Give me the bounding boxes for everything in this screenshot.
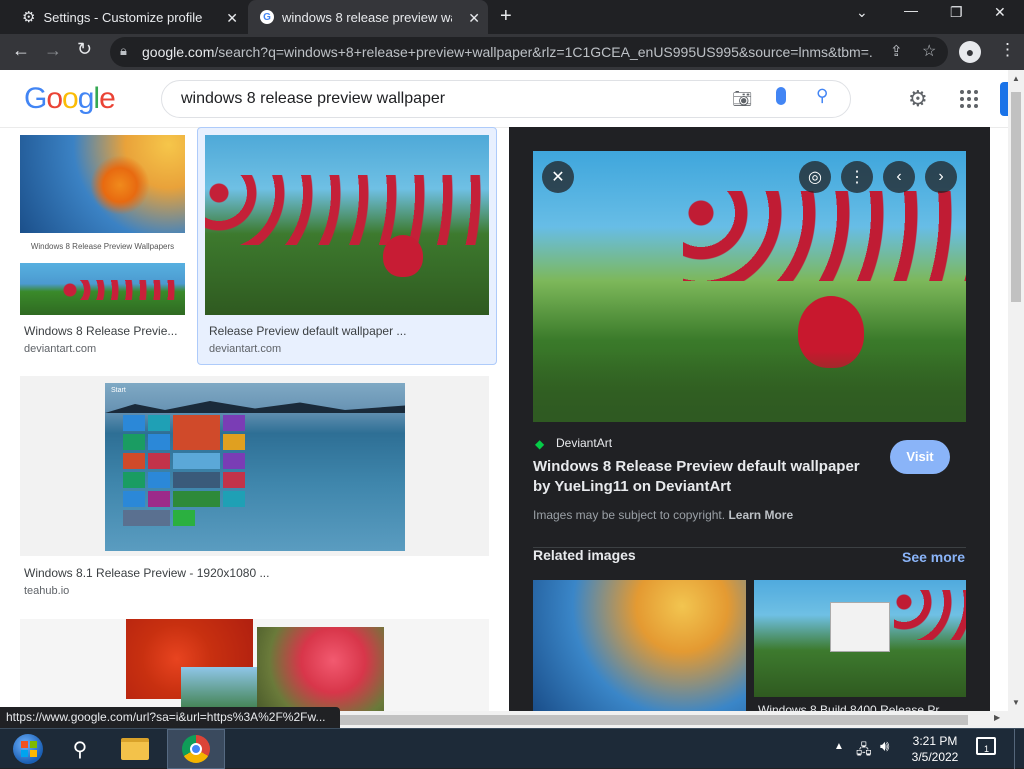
- google-favicon-icon: G: [260, 10, 274, 24]
- scroll-up-icon[interactable]: ▲: [1012, 74, 1020, 83]
- related-images-heading: Related images: [533, 547, 636, 563]
- close-window-icon[interactable]: ✕: [994, 4, 1006, 21]
- minimize-icon[interactable]: —: [904, 2, 918, 18]
- close-tab-icon[interactable]: ✕: [468, 10, 480, 27]
- status-bubble: https://www.google.com/url?sa=i&url=http…: [0, 707, 340, 728]
- close-panel-icon[interactable]: ✕: [542, 161, 574, 193]
- start-tiles: [123, 415, 249, 535]
- scrollbar-thumb[interactable]: [340, 715, 968, 725]
- see-more-link[interactable]: See more: [902, 549, 965, 565]
- search-input[interactable]: windows 8 release preview wallpaper: [181, 90, 445, 108]
- show-desktop-button[interactable]: [1014, 729, 1024, 769]
- tab-search-icon[interactable]: ⌄: [856, 4, 868, 21]
- new-tab-icon[interactable]: +: [500, 5, 512, 28]
- clock-date: 3/5/2022: [911, 750, 959, 764]
- deviantart-logo-icon: ◆: [535, 437, 545, 451]
- start-button[interactable]: [8, 729, 48, 769]
- settings-gear-icon[interactable]: ⚙: [908, 86, 928, 112]
- dialog-thumbnail: [830, 602, 890, 652]
- horizontal-scrollbar[interactable]: ▶: [340, 711, 1024, 728]
- browser-toolbar: ← → ↻ 🔒︎ google.com/search?q=windows+8+r…: [0, 34, 1024, 70]
- scrollbar-thumb[interactable]: [1011, 92, 1021, 302]
- camera-icon[interactable]: 📷︎: [732, 89, 752, 109]
- microphone-icon[interactable]: [776, 87, 786, 105]
- sign-in-button[interactable]: [1000, 82, 1008, 116]
- forward-icon[interactable]: →: [44, 40, 62, 61]
- tab-google-images[interactable]: G windows 8 release preview wallp ✕: [248, 0, 488, 34]
- restore-icon[interactable]: ❐: [950, 4, 963, 21]
- network-icon[interactable]: 🖧︎: [856, 739, 872, 763]
- result-caption[interactable]: Windows 8.1 Release Preview - 1920x1080 …: [24, 566, 269, 580]
- lens-icon[interactable]: ◎: [799, 161, 831, 193]
- clock-time: 3:21 PM: [912, 734, 958, 748]
- tab-settings[interactable]: ⚙ Settings - Customize profile ✕: [8, 0, 246, 34]
- page-content: Google windows 8 release preview wallpap…: [0, 70, 1008, 711]
- visit-button[interactable]: Visit: [890, 440, 950, 474]
- search-icon[interactable]: ⚲: [62, 729, 98, 769]
- result-source[interactable]: teahub.io: [24, 585, 69, 597]
- tab-strip: ⚙ Settings - Customize profile ✕ G windo…: [0, 0, 1024, 34]
- learn-more-link[interactable]: Learn More: [728, 508, 793, 522]
- google-logo[interactable]: Google: [24, 82, 116, 116]
- scroll-down-icon[interactable]: ▼: [1012, 698, 1020, 707]
- more-options-icon[interactable]: ⋮: [841, 161, 873, 193]
- vertical-scrollbar[interactable]: ▲ ▼: [1008, 70, 1024, 711]
- gear-icon: ⚙: [22, 9, 36, 26]
- site-name[interactable]: DeviantArt: [556, 436, 612, 450]
- windows-logo-icon: [13, 734, 43, 764]
- url-domain: google.com: [142, 44, 215, 60]
- file-explorer-icon[interactable]: [112, 729, 158, 769]
- tab-title: windows 8 release preview wallp: [282, 9, 452, 25]
- search-icon[interactable]: ⚲: [816, 86, 828, 106]
- menu-kebab-icon[interactable]: ⋮: [999, 40, 1016, 60]
- result-thumbnail[interactable]: [20, 619, 489, 711]
- chrome-taskbar-icon[interactable]: [167, 729, 225, 769]
- notification-icon[interactable]: 1: [976, 737, 996, 755]
- reload-icon[interactable]: ↻: [77, 39, 92, 60]
- result-source[interactable]: deviantart.com: [24, 343, 96, 355]
- taskbar: ⚲ ▲ 🖧︎ 🔊︎ 3:21 PM 3/5/2022 1: [0, 728, 1024, 769]
- apps-grid-icon[interactable]: [960, 90, 978, 108]
- result-caption[interactable]: Windows 8 Release Previe...: [24, 324, 177, 338]
- start-screen-label: Start: [111, 387, 126, 394]
- result-source[interactable]: deviantart.com: [209, 343, 281, 355]
- clock[interactable]: 3:21 PM 3/5/2022: [906, 733, 964, 765]
- address-bar[interactable]: 🔒︎ google.com/search?q=windows+8+release…: [110, 37, 948, 67]
- next-icon[interactable]: ›: [925, 161, 957, 193]
- tab-title: Settings - Customize profile: [43, 9, 203, 25]
- result-thumbnail[interactable]: [205, 135, 489, 315]
- profile-avatar-icon[interactable]: ●: [959, 41, 981, 63]
- result-thumbnail[interactable]: Windows 8 Release Preview Wallpapers: [20, 135, 185, 315]
- volume-icon[interactable]: 🔊︎: [880, 738, 889, 755]
- copyright-notice: Images may be subject to copyright.: [533, 508, 726, 522]
- url-path: /search?q=windows+8+release+preview+wall…: [214, 44, 872, 60]
- panel-title[interactable]: Windows 8 Release Preview default wallpa…: [533, 457, 873, 497]
- previous-icon[interactable]: ‹: [883, 161, 915, 193]
- scroll-right-icon[interactable]: ▶: [994, 713, 1000, 722]
- thumbnail-overlay-text: Windows 8 Release Preview Wallpapers: [30, 242, 175, 251]
- bookmark-star-icon[interactable]: ☆: [922, 41, 936, 61]
- back-icon[interactable]: ←: [12, 40, 30, 61]
- result-caption[interactable]: Release Preview default wallpaper ...: [209, 324, 406, 338]
- related-caption[interactable]: Windows 8 Build 8400 Release Pr...: [758, 703, 968, 711]
- result-thumbnail[interactable]: Start: [20, 376, 489, 556]
- related-image[interactable]: [533, 580, 746, 711]
- tulip-image: [383, 235, 423, 277]
- share-icon[interactable]: ⇪: [890, 42, 903, 60]
- image-preview-panel: ✕ ◎ ⋮ ‹ › ◆ DeviantArt Windows 8 Release…: [509, 127, 990, 711]
- show-hidden-icons-icon[interactable]: ▲: [834, 741, 844, 752]
- lock-icon: 🔒︎: [120, 43, 127, 58]
- notification-count: 1: [984, 744, 990, 754]
- close-tab-icon[interactable]: ✕: [226, 10, 238, 27]
- google-header: Google windows 8 release preview wallpap…: [0, 70, 1008, 128]
- search-box[interactable]: windows 8 release preview wallpaper 📷︎ ⚲: [161, 80, 851, 118]
- related-image[interactable]: [754, 580, 966, 697]
